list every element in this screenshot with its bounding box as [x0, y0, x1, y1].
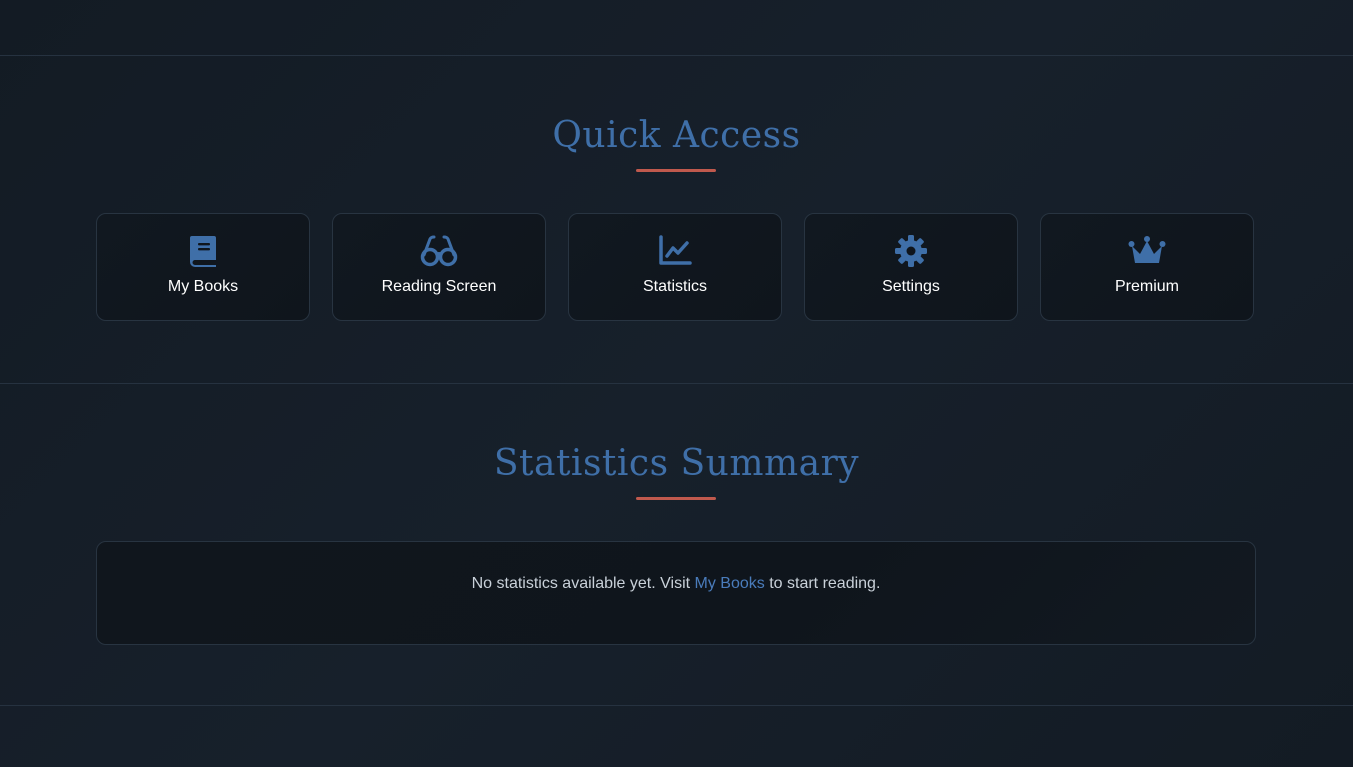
bottom-divider	[0, 705, 1353, 706]
book-icon	[97, 234, 309, 268]
statistics-label: Statistics	[642, 278, 707, 295]
settings-label: Settings	[882, 278, 940, 295]
statistics-summary-title: Statistics Summary	[493, 443, 860, 484]
crown-icon	[1041, 234, 1253, 268]
top-divider	[0, 55, 1353, 56]
my-books-link[interactable]: My Books	[695, 575, 765, 592]
premium-label: Premium	[1114, 278, 1179, 295]
settings-card[interactable]: Settings	[804, 213, 1018, 321]
quick-access-cards: My Books Reading Screen Statistics Setti…	[96, 213, 1256, 323]
empty-message-after: to start reading.	[764, 575, 881, 592]
gear-icon	[805, 234, 1017, 268]
glasses-icon	[333, 234, 545, 268]
statistics-empty-message: No statistics available yet. Visit My Bo…	[97, 575, 1255, 593]
quick-access-title-underline	[636, 169, 716, 172]
statistics-card[interactable]: Statistics	[568, 213, 782, 321]
reading-screen-card[interactable]: Reading Screen	[332, 213, 546, 321]
statistics-summary-box: No statistics available yet. Visit My Bo…	[96, 541, 1256, 645]
chart-line-icon	[569, 234, 781, 268]
quick-access-title: Quick Access	[552, 115, 801, 156]
my-books-label: My Books	[167, 278, 239, 295]
reading-screen-label: Reading Screen	[381, 278, 497, 295]
my-books-card[interactable]: My Books	[96, 213, 310, 321]
premium-card[interactable]: Premium	[1040, 213, 1254, 321]
statistics-summary-title-underline	[636, 497, 716, 500]
middle-divider	[0, 383, 1353, 384]
empty-message-before: No statistics available yet. Visit	[471, 575, 695, 592]
